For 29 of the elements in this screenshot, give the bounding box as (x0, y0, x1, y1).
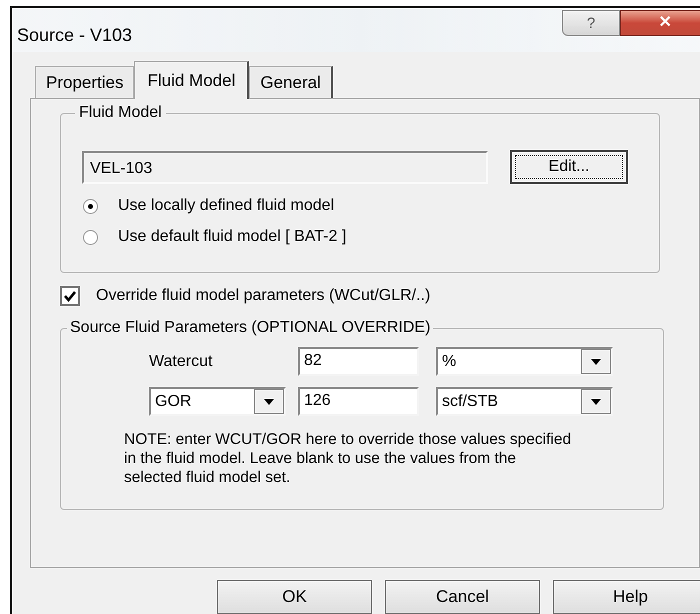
group-title: Source Fluid Parameters (OPTIONAL OVERRIDE) (67, 318, 434, 338)
checkbox-label: Override fluid model parameters (WCut/GLR/..) (96, 286, 430, 306)
radio-button[interactable] (83, 198, 98, 214)
dropdown[interactable]: GOR (149, 387, 286, 416)
radio-button[interactable] (83, 230, 98, 244)
radio-label: Use locally defined fluid model (118, 196, 334, 216)
field-label: Watercut (149, 352, 214, 372)
dialog-button[interactable]: Help (553, 580, 700, 614)
check-icon (63, 289, 77, 303)
dialog-button[interactable]: Cancel (385, 580, 540, 614)
dropdown-value: % (441, 352, 458, 372)
dialog-button[interactable]: OK (217, 580, 372, 614)
dropdown[interactable]: scf/STB (436, 387, 613, 416)
radio-label: Use default fluid model [ BAT-2 ] (118, 227, 346, 247)
window-title: Source - V103 (17, 24, 132, 47)
help-button[interactable]: ? (562, 10, 620, 36)
dropdown-value: GOR (154, 392, 192, 412)
close-button[interactable]: ✕ (620, 10, 700, 36)
tab[interactable]: Fluid Model (134, 61, 250, 99)
dropdown[interactable]: % (436, 347, 613, 376)
input-field[interactable]: 126 (298, 387, 419, 416)
tab[interactable]: Properties (35, 66, 134, 98)
text-field[interactable]: VEL-103 (82, 150, 488, 184)
tab[interactable]: General (249, 66, 333, 98)
input-field[interactable]: 82 (298, 347, 419, 376)
note-text: NOTE: enter WCUT/GOR here to override those values specified in the fluid model. Leave blank to use the values from the selected fluid model set. (124, 430, 572, 487)
checkbox[interactable] (60, 286, 80, 306)
dropdown-value: scf/STB (441, 392, 500, 412)
edit-button[interactable]: Edit... (510, 150, 628, 184)
